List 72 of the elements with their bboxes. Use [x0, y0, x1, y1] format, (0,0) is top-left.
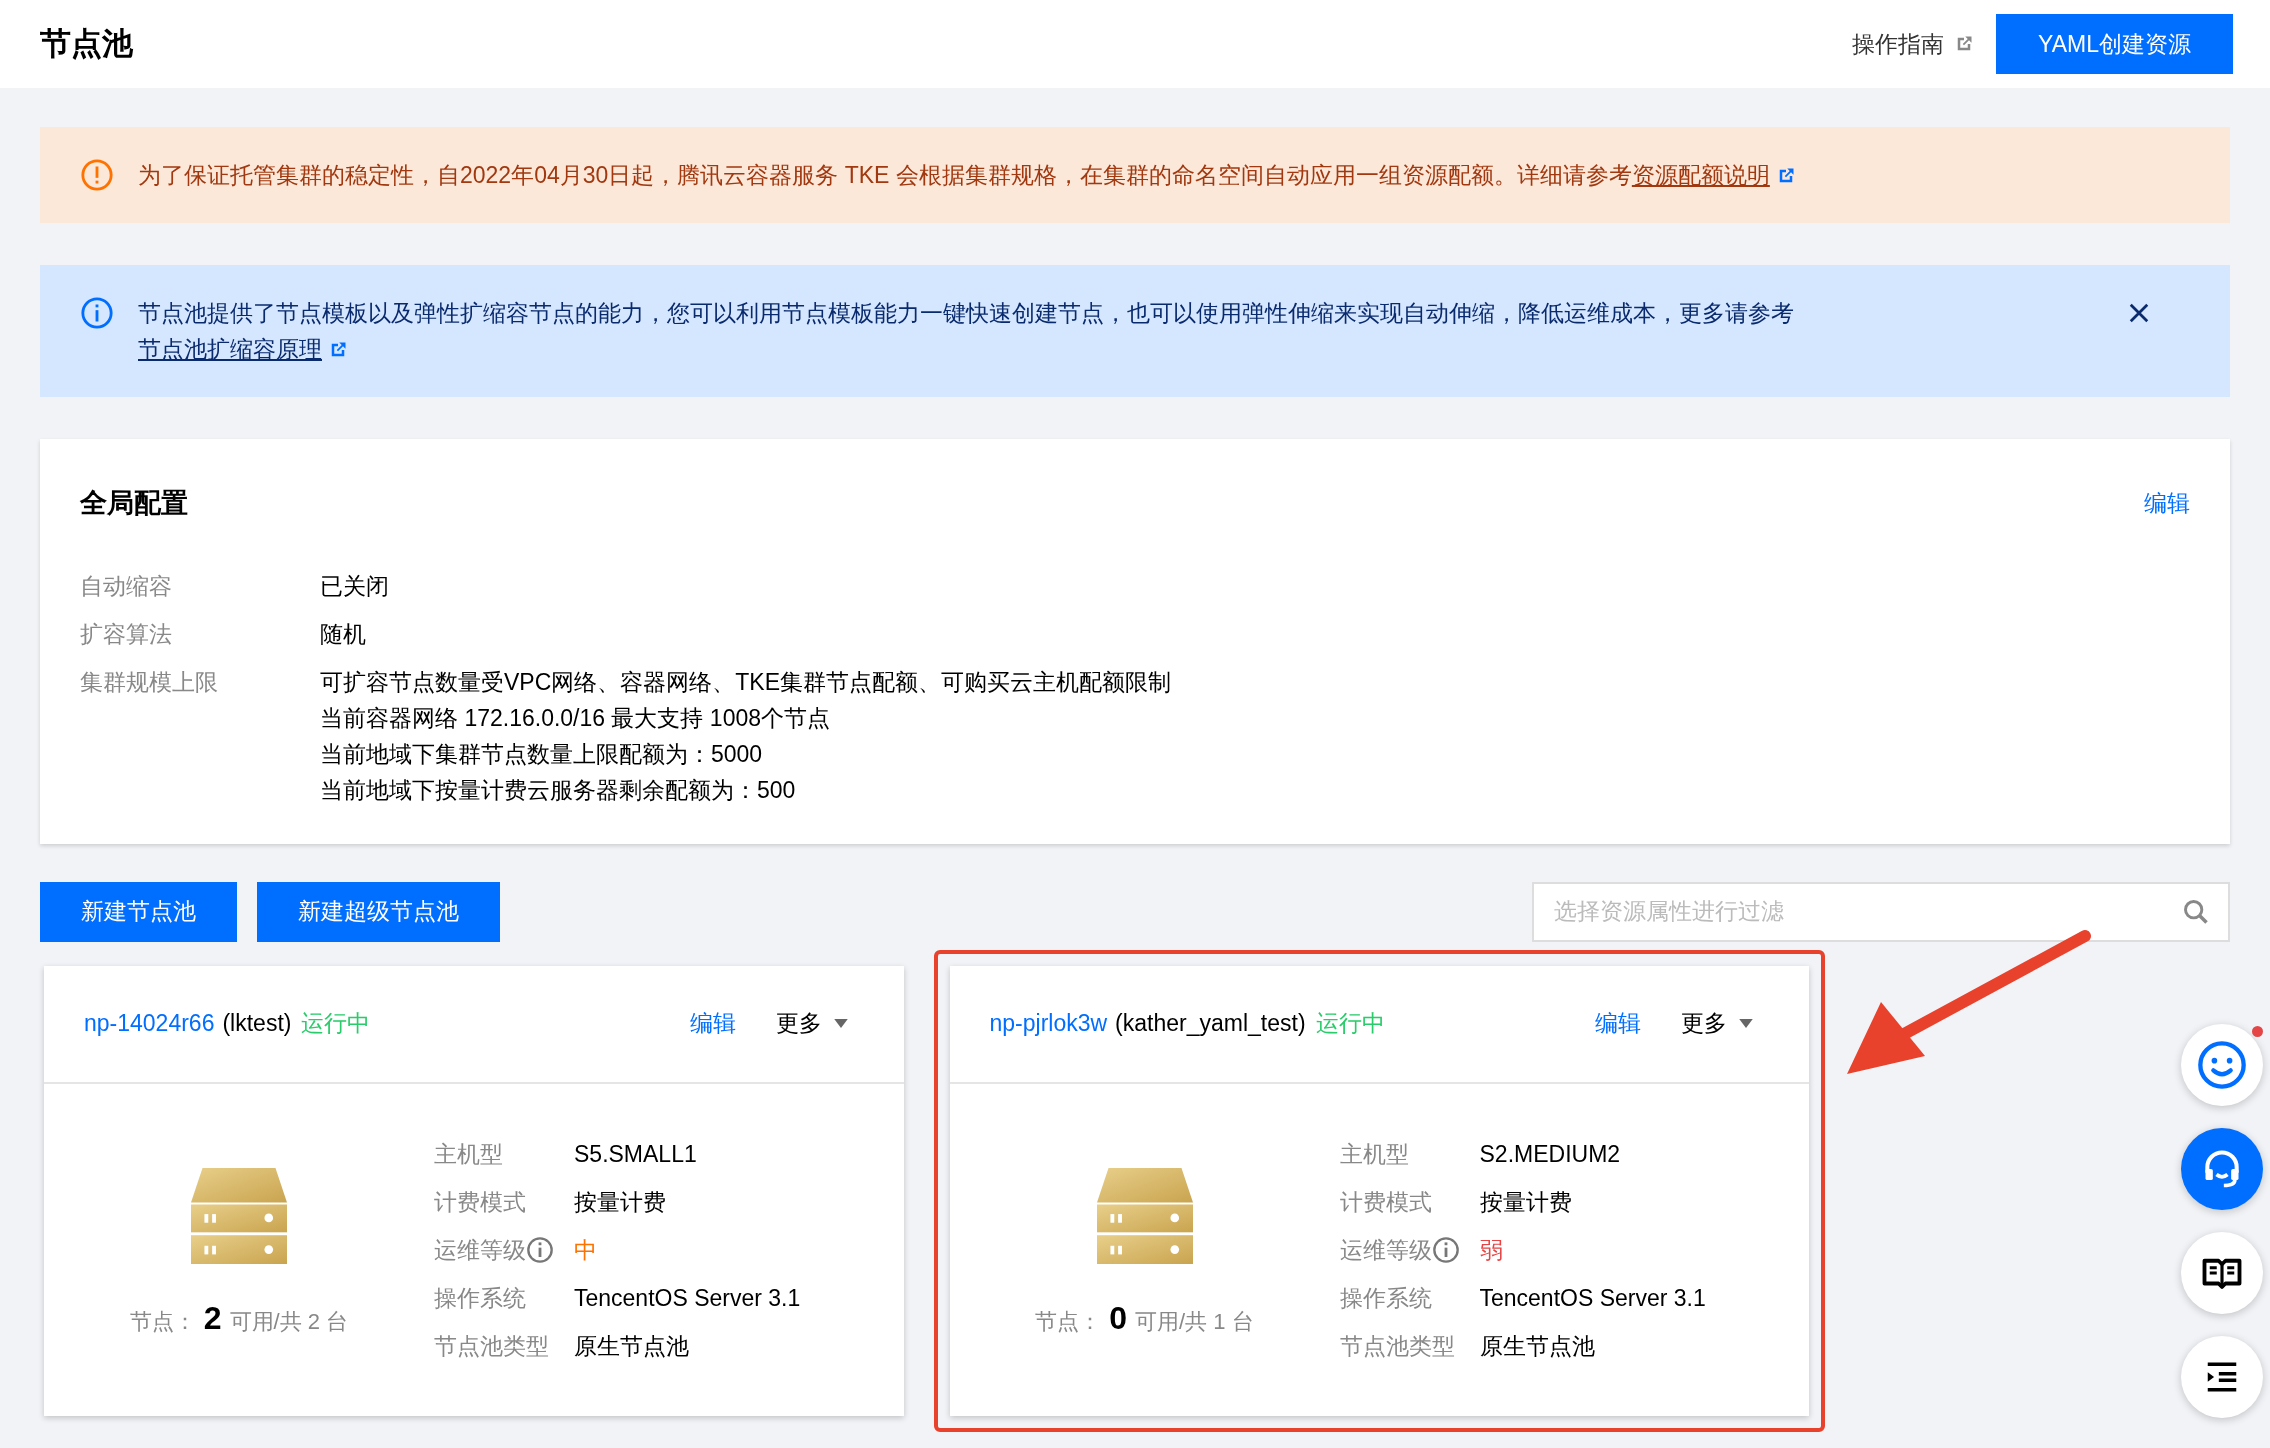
config-value: 当前地域下按量计费云服务器剩余配额为：500 [320, 775, 797, 805]
spec-label: 计费模式 [434, 1187, 526, 1217]
spec-label: 操作系统 [434, 1283, 526, 1313]
feedback-button[interactable] [2181, 1024, 2263, 1106]
warning-icon [80, 158, 114, 192]
guide-link[interactable]: 操作指南 [1852, 26, 1975, 62]
smile-icon [2196, 1039, 2248, 1091]
create-pool-button[interactable]: 新建节点池 [40, 881, 237, 942]
page-title: 节点池 [40, 24, 133, 63]
yaml-create-button[interactable]: YAML创建资源 [1996, 14, 2233, 74]
spec-label: 运维等级 [1339, 1235, 1432, 1265]
config-value: 已关闭 [320, 571, 389, 601]
info-icon[interactable] [526, 1235, 554, 1264]
outline-button[interactable] [2181, 1336, 2263, 1418]
support-button[interactable] [2181, 1128, 2263, 1210]
pool-name: (kather_yaml_test) [1115, 1009, 1306, 1039]
config-label: 集群规模上限 [80, 667, 219, 697]
spec-value: TencentOS Server 3.1 [574, 1283, 801, 1313]
spec-value: S5.SMALL1 [574, 1139, 697, 1169]
create-pool-button[interactable]: 新建超级节点池 [257, 881, 500, 942]
available-count: 2 [203, 1298, 222, 1338]
spec-label: 运维等级 [434, 1235, 526, 1265]
spec-label: 节点池类型 [1339, 1331, 1455, 1361]
config-value: 可扩容节点数量受VPC网络、容器网络、TKE集群节点配额、可购买云主机配额限制 [320, 667, 1172, 697]
spec-value: TencentOS Server 3.1 [1479, 1283, 1706, 1313]
info-icon[interactable] [1431, 1235, 1460, 1264]
spec-value: 原生节点池 [1479, 1331, 1595, 1361]
nodes-label: 节点： [1035, 1307, 1102, 1336]
server-icon [191, 1167, 287, 1264]
alert-message: 为了保证托管集群的稳定性，自2022年04月30日起，腾讯云容器服务 TKE 会根据集群规格，在集群的命名空间自动应用一组资源配额。详细请参考资源配额说明 [138, 157, 1998, 193]
edit-link[interactable]: 编辑 [689, 1006, 736, 1041]
available-count: 0 [1109, 1298, 1128, 1338]
server-icon [1096, 1167, 1193, 1264]
more-dropdown[interactable]: 更多 [1681, 1006, 1753, 1041]
nodes-label: 节点： [129, 1307, 196, 1336]
pool-id-link[interactable]: np-pjrlok3w [989, 1006, 1108, 1041]
config-label: 自动缩容 [80, 571, 173, 601]
edit-link[interactable]: 编辑 [2144, 486, 2190, 521]
level-value: 弱 [1479, 1235, 1503, 1265]
spec-label: 主机型 [1339, 1139, 1409, 1169]
more-dropdown[interactable]: 更多 [775, 1006, 848, 1041]
alert-message: 节点池提供了节点模板以及弹性扩缩容节点的能力，您可以利用节点模板能力一键快速创建节点，也可以使用弹性伸缩来实现自动伸缩，降低运维成本，更多请参考 节点池扩缩容原理 [138, 299, 1795, 364]
pool-name: (lktest) [222, 1009, 292, 1039]
level-value: 中 [574, 1235, 597, 1265]
close-icon[interactable] [2128, 302, 2150, 324]
spec-value: 原生节点池 [574, 1331, 689, 1361]
spec-label: 操作系统 [1339, 1283, 1432, 1313]
info-icon [80, 296, 114, 330]
pool-id-link[interactable]: np-14024r66 [84, 1006, 215, 1041]
section-title: 全局配置 [80, 487, 188, 520]
config-value: 当前容器网络 172.16.0.0/16 最大支持 1008个节点 [320, 703, 832, 733]
spec-value: 按量计费 [1479, 1187, 1572, 1217]
spec-label: 节点池类型 [434, 1331, 549, 1361]
spec-value: 按量计费 [574, 1187, 666, 1217]
spec-value: S2.MEDIUM2 [1479, 1139, 1621, 1169]
total-count: 可用/共 1 台 [1135, 1307, 1254, 1336]
spec-label: 主机型 [434, 1139, 503, 1169]
status-text: 运行中 [1315, 1009, 1385, 1039]
alert-link[interactable]: 节点池扩缩容原理 [138, 336, 322, 362]
config-label: 扩容算法 [80, 619, 173, 649]
filter-input[interactable]: 选择资源属性进行过滤 [1532, 881, 2230, 942]
config-value: 随机 [320, 619, 366, 649]
config-value: 当前地域下集群节点数量上限配额为：5000 [320, 739, 764, 769]
caret-icon [833, 1019, 848, 1028]
alert-link[interactable]: 资源配额说明 [1631, 162, 1770, 188]
edit-link[interactable]: 编辑 [1595, 1006, 1641, 1041]
docs-button[interactable] [2181, 1232, 2263, 1314]
search-icon[interactable] [2182, 897, 2210, 926]
caret-icon [1739, 1019, 1753, 1028]
spec-label: 计费模式 [1339, 1187, 1432, 1217]
total-count: 可用/共 2 台 [229, 1307, 349, 1336]
status-text: 运行中 [301, 1009, 371, 1039]
